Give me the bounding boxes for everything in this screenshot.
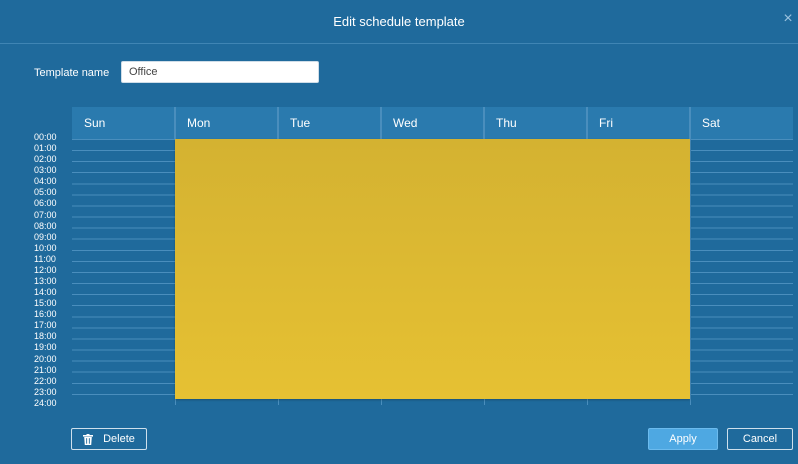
close-icon[interactable]: × — [780, 11, 796, 27]
hour-label: 16:00 — [34, 309, 57, 320]
cancel-button[interactable]: Cancel — [727, 428, 793, 450]
hour-label: 11:00 — [34, 253, 56, 264]
hour-label: 01:00 — [34, 143, 57, 154]
hour-label: 14:00 — [34, 287, 57, 298]
day-header-fri[interactable]: Fri — [587, 107, 690, 139]
hour-labels: 00:00 01:00 02:00 03:00 04:00 05:00 06:0… — [34, 132, 70, 409]
dialog-titlebar: Edit schedule template × — [0, 0, 798, 44]
hour-label: 17:00 — [34, 320, 57, 331]
hour-label: 19:00 — [34, 342, 57, 353]
hour-label: 10:00 — [34, 242, 57, 253]
hour-label: 07:00 — [34, 209, 57, 220]
hour-label: 00:00 — [34, 132, 57, 142]
hour-label: 12:00 — [34, 264, 57, 275]
hour-label: 18:00 — [34, 331, 57, 342]
dialog-title: Edit schedule template — [333, 14, 465, 29]
hour-label: 22:00 — [34, 375, 57, 386]
hour-label: 20:00 — [34, 353, 57, 364]
day-header-row: Sun Mon Tue Wed Thu Fri Sat — [72, 107, 793, 139]
day-header-tue[interactable]: Tue — [278, 107, 381, 139]
delete-button[interactable]: Delete — [71, 428, 147, 450]
day-header-wed[interactable]: Wed — [381, 107, 484, 139]
hour-label: 04:00 — [34, 176, 57, 187]
hour-label: 02:00 — [34, 154, 57, 165]
hour-label: 13:00 — [34, 276, 57, 287]
hour-label: 06:00 — [34, 198, 57, 209]
delete-button-label: Delete — [103, 433, 135, 445]
hour-label: 05:00 — [34, 187, 57, 198]
day-header-mon[interactable]: Mon — [175, 107, 278, 139]
hour-label: 08:00 — [34, 220, 57, 231]
trash-icon — [83, 433, 94, 445]
day-header-sun[interactable]: Sun — [72, 107, 175, 139]
template-name-input[interactable] — [121, 61, 319, 83]
schedule-block-mon-fri[interactable] — [175, 139, 690, 399]
day-header-sat[interactable]: Sat — [690, 107, 793, 139]
hour-label: 21:00 — [34, 364, 57, 375]
apply-button[interactable]: Apply — [648, 428, 718, 450]
template-name-label: Template name — [34, 67, 110, 79]
hour-label: 03:00 — [34, 165, 57, 176]
hour-label: 23:00 — [34, 386, 57, 397]
column-divider — [690, 107, 691, 405]
hour-label: 09:00 — [34, 231, 57, 242]
hour-label: 15:00 — [34, 298, 57, 309]
hour-label: 24:00 — [34, 397, 57, 408]
day-header-thu[interactable]: Thu — [484, 107, 587, 139]
